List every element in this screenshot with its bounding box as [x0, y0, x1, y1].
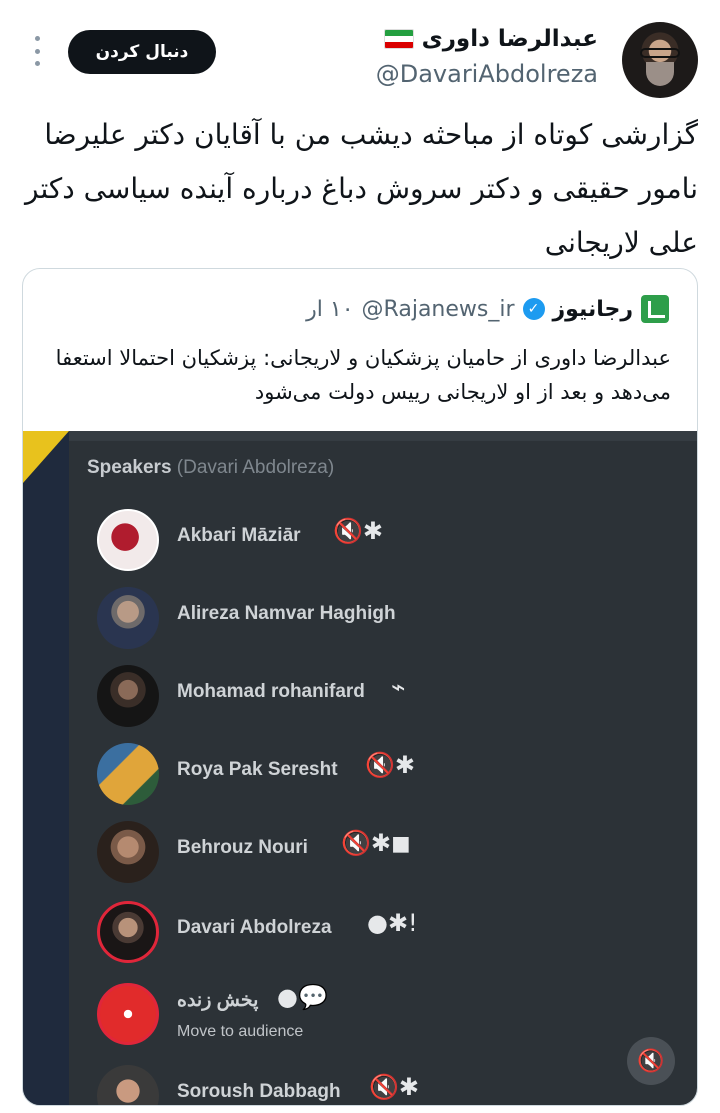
- author-avatar[interactable]: [622, 22, 698, 98]
- quoted-tweet[interactable]: رجانیوز ✓ @Rajanews_ir ۱۰ ار عبدالرضا دا…: [22, 268, 698, 1106]
- speaker-avatar: [97, 1065, 159, 1105]
- author-name-row: عبدالرضا داوری: [383, 26, 598, 52]
- speaker-avatar: [97, 821, 159, 883]
- rajanews-logo-icon: [641, 295, 669, 323]
- speaker-avatar: [97, 743, 159, 805]
- speaker-subtext: Move to audience: [177, 1023, 304, 1040]
- quoted-tweet-header: رجانیوز ✓ @Rajanews_ir ۱۰ ار: [306, 295, 669, 323]
- quoted-author-handle[interactable]: @Rajanews_ir: [362, 297, 515, 322]
- author-display-name[interactable]: عبدالرضا داوری: [422, 26, 598, 52]
- speaker-status-icons: 🔇✱◼: [341, 829, 411, 857]
- speaker-row: Mohamad rohanifard ⌁: [97, 665, 677, 729]
- tweet-text: گزارشی کوتاه از مباحثه دیشب من با آقایان…: [25, 118, 698, 259]
- speaker-status-icons: ●✱!: [367, 909, 418, 937]
- quoted-tweet-text: عبدالرضا داوری از حامیان پزشکیان و لاریج…: [55, 346, 671, 404]
- speaker-row: Soroush Dabbagh 🔇✱: [97, 1065, 677, 1105]
- speaker-status-icons: 🔇✱: [333, 517, 383, 545]
- speaker-avatar: [97, 901, 159, 963]
- speaker-name: Davari Abdolreza: [177, 917, 332, 938]
- media-left-strip: [23, 431, 69, 1105]
- speaker-name: Behrouz Nouri: [177, 837, 308, 858]
- avatar-beard: [646, 62, 674, 86]
- speakers-host: (Davari Abdolreza): [176, 457, 335, 478]
- more-options-icon[interactable]: [33, 36, 41, 66]
- iran-flag-icon: [383, 29, 414, 49]
- speaker-status-icons: 🔇✱: [365, 751, 415, 779]
- speaker-status-icons: ⌁: [391, 673, 406, 701]
- speaker-row: پخش زنده ●💬 Move to audience: [97, 983, 677, 1047]
- quoted-media-image[interactable]: Speakers (Davari Abdolreza) Akbari Māziā…: [23, 431, 697, 1105]
- speaker-status-icons: ●💬: [277, 983, 328, 1011]
- speaker-avatar: [97, 587, 159, 649]
- speaker-name: Akbari Māziār: [177, 525, 301, 546]
- speaker-status-icons: 🔇✱: [369, 1073, 419, 1101]
- speaker-avatar: [97, 665, 159, 727]
- speaker-name: Alireza Namvar Haghigh: [177, 603, 396, 624]
- speaker-row: Akbari Māziār 🔇✱: [97, 509, 677, 573]
- speakers-title: Speakers: [87, 457, 172, 478]
- media-corner-accent: [23, 431, 69, 483]
- avatar-glasses: [640, 48, 680, 58]
- speaker-name: پخش زنده: [177, 990, 259, 1011]
- speaker-row: Behrouz Nouri 🔇✱◼: [97, 821, 677, 885]
- author-handle[interactable]: @DavariAbdolreza: [376, 60, 598, 88]
- speaker-row: Roya Pak Seresht 🔇✱: [97, 743, 677, 807]
- speaker-row: Alireza Namvar Haghigh: [97, 587, 677, 651]
- mute-volume-icon[interactable]: 🔇: [627, 1037, 675, 1085]
- speaker-name: Soroush Dabbagh: [177, 1081, 341, 1102]
- quoted-author-name[interactable]: رجانیوز: [553, 297, 633, 322]
- media-top-bar: [69, 431, 697, 441]
- speaker-avatar: [97, 509, 159, 571]
- quoted-timestamp: ۱۰ ار: [306, 296, 354, 322]
- speaker-name: Mohamad rohanifard: [177, 681, 365, 702]
- follow-button[interactable]: دنبال کردن: [68, 30, 216, 74]
- speaker-avatar: [97, 983, 159, 1045]
- speakers-heading: Speakers (Davari Abdolreza): [87, 457, 334, 479]
- speaker-row: Davari Abdolreza ●✱!: [97, 901, 677, 965]
- speaker-name: Roya Pak Seresht: [177, 759, 338, 780]
- verified-badge-icon: ✓: [522, 298, 545, 320]
